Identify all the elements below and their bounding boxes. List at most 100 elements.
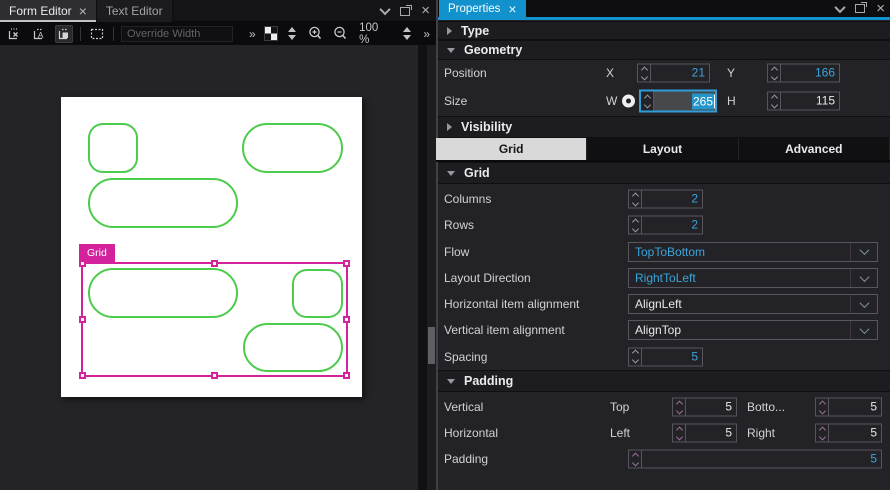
padding-all-spinbox[interactable]: 5	[628, 449, 882, 469]
position-y-value[interactable]: 166	[781, 65, 839, 82]
override-text-icon: A	[33, 28, 44, 40]
padding-top-spinbox[interactable]: 5	[672, 397, 737, 417]
position-x-spinbox[interactable]: 21	[637, 63, 710, 83]
close-icon[interactable]: ×	[508, 2, 516, 16]
zoom-in-icon	[308, 26, 321, 40]
spin-buttons[interactable]	[641, 91, 654, 111]
size-h-spinbox[interactable]: 115	[767, 91, 840, 111]
canvas-background-swatch[interactable]	[263, 26, 279, 41]
arrow-up-icon	[403, 27, 412, 32]
section-header-geometry[interactable]: Geometry	[438, 40, 890, 60]
section-header-visibility[interactable]: Visibility	[438, 116, 890, 138]
size-w-value[interactable]: 265	[691, 93, 714, 109]
chevron-down-icon[interactable]	[379, 3, 391, 16]
tab-form-editor[interactable]: Form Editor ×	[0, 0, 97, 22]
category-tabbar: Grid Layout Advanced	[436, 138, 890, 162]
padding-all-value[interactable]: 5	[642, 451, 881, 468]
tab-text-editor[interactable]: Text Editor	[96, 0, 173, 22]
spin-buttons[interactable]	[673, 424, 686, 442]
zoom-out-button[interactable]	[331, 25, 349, 43]
section-header-padding[interactable]: Padding	[438, 370, 890, 392]
zoom-level-value: 100 %	[359, 21, 379, 46]
design-canvas[interactable]: Grid	[61, 97, 362, 397]
size-h-value[interactable]: 115	[781, 93, 839, 110]
resize-handle[interactable]	[79, 372, 86, 379]
zoom-in-button[interactable]	[306, 25, 324, 43]
override-size-button[interactable]	[55, 24, 73, 43]
rows-spinbox[interactable]: 2	[628, 215, 703, 235]
float-window-icon[interactable]	[400, 4, 413, 16]
override-width-input[interactable]	[121, 25, 233, 42]
columns-value[interactable]: 2	[642, 191, 702, 208]
spin-buttons[interactable]	[816, 398, 829, 416]
toolbar-overflow-left[interactable]: »	[247, 27, 257, 41]
dropdown-arrow[interactable]	[850, 295, 877, 313]
scrollbar-thumb[interactable]	[428, 327, 435, 364]
spin-buttons[interactable]	[768, 92, 781, 110]
rows-value[interactable]: 2	[642, 217, 702, 234]
dropdown-arrow[interactable]	[850, 242, 877, 261]
flow-dropdown[interactable]: TopToBottom	[628, 241, 878, 262]
override-indicator-icon[interactable]	[622, 94, 635, 108]
resize-handle[interactable]	[210, 260, 218, 267]
tab-properties[interactable]: Properties ×	[439, 0, 526, 17]
spin-buttons[interactable]	[673, 398, 686, 416]
ui-element[interactable]	[88, 178, 238, 228]
resize-handle[interactable]	[79, 315, 86, 323]
close-icon[interactable]: ×	[876, 1, 885, 16]
ui-element[interactable]	[243, 323, 343, 372]
spin-buttons[interactable]	[629, 450, 642, 468]
spacing-spinbox[interactable]: 5	[628, 347, 703, 366]
padding-top-value[interactable]: 5	[686, 399, 736, 416]
override-text-button[interactable]: A	[30, 25, 48, 43]
spin-buttons[interactable]	[816, 424, 829, 442]
toolbar-overflow-right[interactable]: »	[421, 27, 431, 41]
columns-spinbox[interactable]: 2	[628, 189, 703, 209]
padding-bottom-spinbox[interactable]: 5	[815, 397, 882, 417]
dropdown-arrow[interactable]	[850, 321, 877, 339]
size-w-edit-area[interactable]: 265	[654, 91, 715, 111]
spin-buttons[interactable]	[629, 348, 642, 365]
chevron-down-icon[interactable]	[834, 1, 846, 13]
resize-handle[interactable]	[343, 260, 350, 267]
form-editor-toolbar: A »	[0, 21, 436, 46]
close-icon[interactable]: ×	[421, 3, 430, 18]
close-icon[interactable]: ×	[79, 4, 87, 18]
spin-buttons[interactable]	[768, 64, 781, 82]
padding-left-value[interactable]: 5	[686, 425, 736, 442]
tab-layout[interactable]: Layout	[587, 138, 739, 160]
ui-element[interactable]	[292, 269, 343, 318]
marquee-select-button[interactable]	[88, 25, 106, 43]
background-stepper[interactable]	[285, 27, 299, 40]
float-window-icon[interactable]	[855, 2, 868, 13]
section-header-type[interactable]: Type	[438, 21, 890, 40]
tab-advanced[interactable]: Advanced	[739, 138, 890, 160]
dropdown-arrow[interactable]	[850, 269, 877, 287]
position-x-value[interactable]: 21	[651, 65, 709, 82]
size-w-spinbox[interactable]: 265	[640, 90, 716, 112]
zoom-stepper[interactable]	[400, 27, 414, 40]
ui-element[interactable]	[242, 123, 343, 173]
spacing-value[interactable]: 5	[642, 348, 702, 365]
padding-right-spinbox[interactable]: 5	[815, 423, 882, 443]
layout-direction-dropdown[interactable]: RightToLeft	[628, 268, 878, 288]
spin-buttons[interactable]	[629, 216, 642, 234]
position-y-spinbox[interactable]: 166	[767, 63, 840, 83]
spin-buttons[interactable]	[638, 64, 651, 82]
resize-handle[interactable]	[210, 372, 218, 379]
form-editor-viewport[interactable]: Grid	[0, 45, 418, 490]
vertical-item-alignment-dropdown[interactable]: AlignTop	[628, 320, 878, 340]
padding-right-value[interactable]: 5	[829, 425, 881, 442]
override-delete-button[interactable]	[5, 25, 23, 43]
horizontal-item-alignment-dropdown[interactable]: AlignLeft	[628, 294, 878, 314]
resize-handle[interactable]	[343, 315, 350, 323]
resize-handle[interactable]	[343, 372, 350, 379]
padding-bottom-value[interactable]: 5	[829, 399, 881, 416]
spin-buttons[interactable]	[629, 190, 642, 208]
tab-grid[interactable]: Grid	[436, 138, 588, 160]
padding-left-spinbox[interactable]: 5	[672, 423, 737, 443]
ui-element[interactable]	[88, 123, 138, 173]
vertical-scrollbar[interactable]	[427, 45, 436, 490]
section-header-grid[interactable]: Grid	[438, 162, 890, 184]
ui-element[interactable]	[88, 268, 238, 318]
